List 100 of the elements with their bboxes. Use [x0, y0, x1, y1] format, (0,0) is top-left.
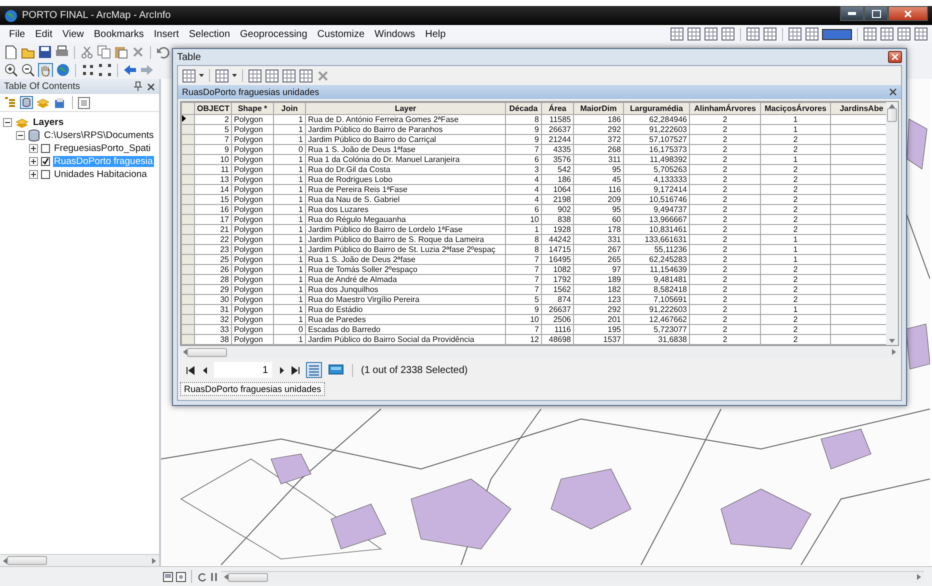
horizontal-scrollbar[interactable]: [0, 554, 159, 566]
horizontal-scrollbar[interactable]: [180, 346, 899, 358]
grid-icon[interactable]: [721, 27, 735, 41]
cut-icon[interactable]: [80, 45, 94, 59]
table-icon[interactable]: [299, 68, 313, 82]
checkbox[interactable]: [41, 170, 50, 179]
close-button[interactable]: [888, 6, 928, 21]
checkbox[interactable]: [41, 157, 50, 166]
expand-icon[interactable]: [29, 144, 38, 153]
column-header[interactable]: Década: [506, 102, 542, 114]
show-all-records-icon[interactable]: [306, 362, 322, 378]
scroll-right-icon[interactable]: [892, 349, 896, 355]
grid-icon[interactable]: [805, 27, 819, 41]
scroll-thumb[interactable]: [887, 108, 898, 122]
grid-icon[interactable]: [897, 27, 911, 41]
column-header[interactable]: MaciçosÁrvores: [760, 102, 830, 114]
minimize-button[interactable]: [840, 6, 864, 21]
close-icon[interactable]: [889, 88, 897, 96]
pin-icon[interactable]: [133, 81, 143, 92]
column-header[interactable]: Layer: [306, 102, 506, 114]
back-arrow-icon[interactable]: [123, 63, 137, 77]
menu-item[interactable]: Bookmarks: [88, 28, 149, 40]
print-icon[interactable]: [55, 45, 69, 59]
grid-icon[interactable]: [788, 27, 802, 41]
previous-record-icon[interactable]: [201, 366, 208, 374]
column-header[interactable]: JardinsAbe: [830, 102, 886, 114]
grid-icon[interactable]: [914, 27, 928, 41]
menu-item[interactable]: File: [4, 28, 30, 40]
table-icon[interactable]: [282, 68, 296, 82]
grid-icon[interactable]: [670, 27, 684, 41]
zoom-in-icon[interactable]: [4, 63, 18, 77]
expand-icon[interactable]: [29, 157, 38, 166]
tree-item[interactable]: C:\Users\RPS\Documents: [43, 130, 155, 141]
column-header[interactable]: Área: [542, 102, 574, 114]
layout-view-icon[interactable]: [163, 572, 173, 582]
close-icon[interactable]: [147, 82, 155, 90]
grid-icon[interactable]: [880, 27, 894, 41]
delete-icon[interactable]: [131, 45, 145, 59]
new-file-icon[interactable]: [4, 45, 18, 59]
grid-icon[interactable]: [763, 27, 777, 41]
grid-icon[interactable]: [746, 27, 760, 41]
first-record-icon[interactable]: [186, 366, 195, 374]
menu-item[interactable]: Selection: [184, 28, 236, 40]
tree-item[interactable]: Layers: [32, 117, 65, 128]
scroll-thumb[interactable]: [228, 572, 268, 582]
grid-icon[interactable]: [704, 27, 718, 41]
table-icon[interactable]: [248, 68, 262, 82]
column-header[interactable]: MaiorDim: [574, 102, 624, 114]
caret-icon[interactable]: [232, 74, 237, 77]
collapse-icon[interactable]: [16, 131, 25, 140]
globe-icon[interactable]: [56, 63, 70, 77]
menu-item[interactable]: Customize: [312, 28, 370, 40]
next-record-icon[interactable]: [278, 366, 285, 374]
column-header[interactable]: AlinhamÁrvores: [690, 102, 760, 114]
database-icon[interactable]: [20, 96, 33, 109]
menu-item[interactable]: Help: [420, 28, 451, 40]
scroll-thumb[interactable]: [7, 556, 47, 565]
refresh-icon[interactable]: [197, 572, 207, 582]
column-header[interactable]: Larguramédia: [624, 102, 690, 114]
expand-icon[interactable]: [29, 170, 38, 179]
options-icon[interactable]: [78, 96, 90, 108]
grid-icon[interactable]: [863, 27, 877, 41]
collapse-icon[interactable]: [3, 118, 12, 127]
close-button[interactable]: [888, 51, 902, 63]
fixed-zoom-out-icon[interactable]: [98, 63, 112, 77]
pan-icon[interactable]: [38, 63, 53, 77]
checkbox[interactable]: [41, 144, 50, 153]
table-options-icon[interactable]: [182, 68, 196, 82]
grid-icon[interactable]: [687, 27, 701, 41]
paste-icon[interactable]: [114, 45, 128, 59]
save-icon[interactable]: [38, 45, 52, 59]
column-header[interactable]: Shape *: [232, 102, 274, 114]
scroll-right-icon[interactable]: [152, 558, 156, 564]
tree-item[interactable]: FreguesiasPorto_Spati: [53, 143, 152, 154]
menu-item[interactable]: Edit: [30, 28, 58, 40]
undo-icon[interactable]: [156, 45, 170, 59]
tree-item[interactable]: Unidades Habitaciona: [53, 169, 148, 180]
data-view-icon[interactable]: [176, 572, 186, 582]
menu-item[interactable]: Insert: [148, 28, 184, 40]
menu-item[interactable]: Windows: [370, 28, 420, 40]
list-icon[interactable]: [4, 96, 17, 109]
scroll-thumb[interactable]: [187, 348, 227, 356]
caret-icon[interactable]: [199, 74, 204, 77]
vertical-scrollbar[interactable]: [886, 102, 898, 345]
table-icon[interactable]: [215, 68, 229, 82]
scroll-down-icon[interactable]: [889, 339, 896, 343]
table-tab[interactable]: RuasDoPorto fraguesias unidades: [180, 382, 326, 396]
record-field[interactable]: 1: [214, 362, 272, 378]
menu-item[interactable]: Geoprocessing: [235, 28, 312, 40]
menu-item[interactable]: View: [57, 28, 89, 40]
table-icon[interactable]: [265, 68, 279, 82]
column-header[interactable]: Join: [274, 102, 306, 114]
fixed-zoom-in-icon[interactable]: [81, 63, 95, 77]
row-selector[interactable]: [182, 114, 194, 124]
scroll-right-icon[interactable]: [917, 574, 921, 580]
maximize-button[interactable]: [864, 6, 888, 21]
pause-icon[interactable]: [210, 572, 218, 582]
last-record-icon[interactable]: [291, 366, 300, 374]
zoom-out-icon[interactable]: [21, 63, 35, 77]
column-header[interactable]: OBJECT: [194, 102, 232, 114]
